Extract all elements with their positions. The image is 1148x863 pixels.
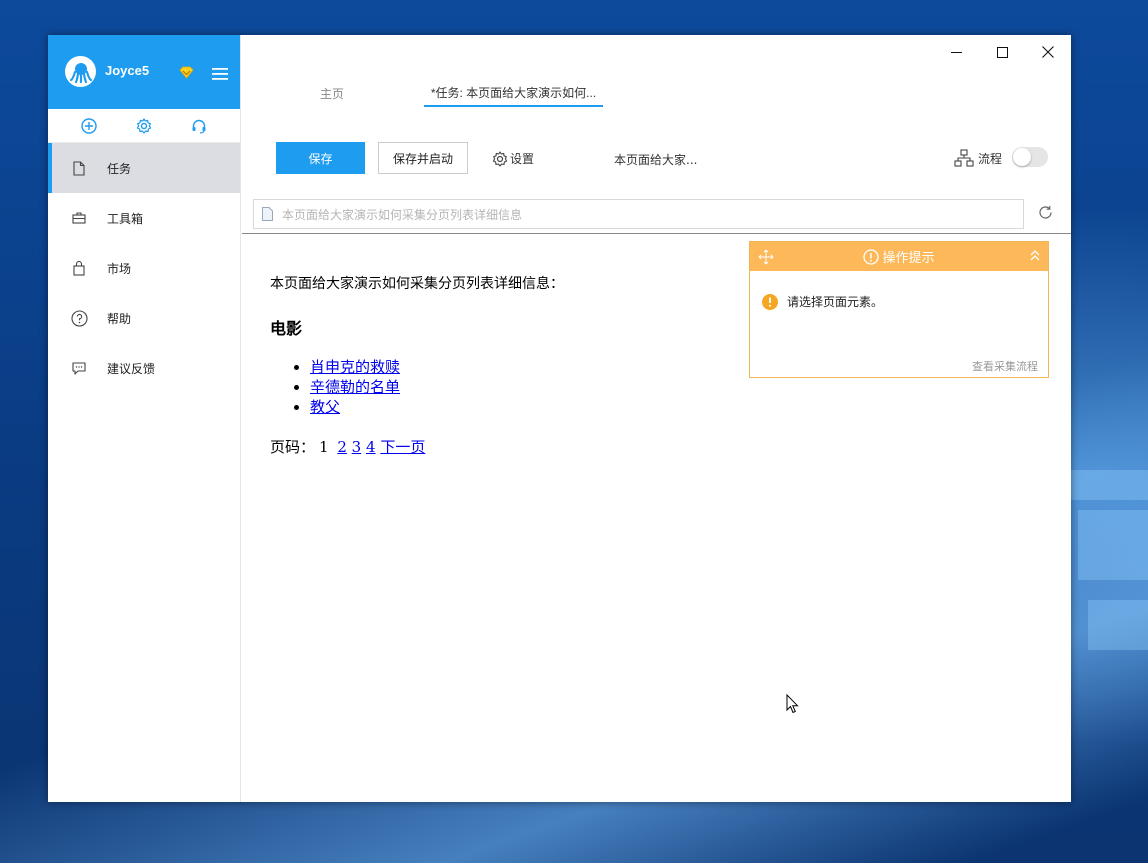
page-link[interactable]: 4 <box>366 438 376 456</box>
sidebar-item-label: 市场 <box>107 261 132 276</box>
gear-icon <box>492 150 508 167</box>
operation-tip-panel: 操作提示 请选择页面元素。 查看采集流程 <box>749 241 1049 378</box>
tab-home[interactable]: 主页 <box>296 80 368 107</box>
refresh-icon[interactable] <box>1038 205 1053 224</box>
octopus-logo-icon <box>69 62 92 83</box>
flow-toggle[interactable] <box>1012 147 1048 167</box>
wallpaper-light-beam <box>1088 600 1148 650</box>
sidebar-item-label: 任务 <box>107 161 132 176</box>
mouse-cursor-icon <box>786 694 799 714</box>
app-window: Joyce5 任务 工具箱 市场 帮助 建议反馈 主页 *任务: 本页面给大家演… <box>48 35 1071 802</box>
minimize-icon[interactable] <box>933 35 979 69</box>
feedback-icon <box>70 359 88 377</box>
tip-header: 操作提示 <box>750 242 1048 271</box>
wallpaper-light-beam <box>1058 470 1148 500</box>
sidebar-item-label: 帮助 <box>107 311 132 326</box>
tip-message: 请选择页面元素。 <box>787 295 884 309</box>
help-circle-icon <box>70 309 88 327</box>
pager-current: 1 <box>319 438 329 456</box>
pager-label: 页码： <box>270 438 316 456</box>
sidebar-item-help[interactable]: 帮助 <box>48 293 240 343</box>
vip-diamond-icon[interactable] <box>179 64 194 83</box>
movie-link[interactable]: 肖申克的救赎 <box>310 358 400 376</box>
maximize-icon[interactable] <box>979 35 1025 69</box>
task-name: 本页面给大家... <box>614 153 698 167</box>
next-page-link[interactable]: 下一页 <box>380 438 425 456</box>
tip-title-wrap: 操作提示 <box>863 247 935 266</box>
movie-list: 肖申克的救赎 辛德勒的名单 教父 <box>270 357 564 417</box>
list-item: 肖申克的救赎 <box>310 357 564 377</box>
hamburger-menu-icon[interactable] <box>212 65 228 84</box>
save-button[interactable]: 保存 <box>276 142 365 174</box>
save-and-start-button[interactable]: 保存并启动 <box>378 142 468 174</box>
view-flow-link[interactable]: 查看采集流程 <box>972 358 1038 374</box>
warning-icon <box>762 293 778 310</box>
movie-link[interactable]: 辛德勒的名单 <box>310 378 400 396</box>
tip-title: 操作提示 <box>882 251 935 266</box>
add-task-icon[interactable] <box>81 117 98 134</box>
avatar[interactable] <box>65 56 96 87</box>
page-icon <box>262 207 273 221</box>
page-link[interactable]: 3 <box>352 438 362 456</box>
url-input[interactable]: 本页面给大家演示如何采集分页列表详细信息 <box>253 199 1024 229</box>
tab-task[interactable]: *任务: 本页面给大家演示如何... <box>424 80 603 107</box>
flowchart-icon <box>954 149 974 167</box>
flow-label: 流程 <box>978 151 1003 166</box>
sidebar-item-label: 工具箱 <box>107 211 144 226</box>
wallpaper-light-beam <box>1078 510 1148 580</box>
web-page-content: 本页面给大家演示如何采集分页列表详细信息： 电影 肖申克的救赎 辛德勒的名单 教… <box>270 273 564 457</box>
movie-link[interactable]: 教父 <box>310 398 340 416</box>
url-value: 本页面给大家演示如何采集分页列表详细信息 <box>282 207 523 222</box>
settings-label: 设置 <box>510 152 535 166</box>
close-icon[interactable] <box>1025 35 1071 69</box>
gear-icon[interactable] <box>136 117 152 134</box>
list-item: 辛德勒的名单 <box>310 377 564 397</box>
sidebar-quick-actions <box>48 109 240 143</box>
settings-button[interactable]: 设置 <box>492 150 534 167</box>
tip-message-row: 请选择页面元素。 <box>762 293 883 310</box>
move-icon[interactable] <box>758 249 774 269</box>
list-item: 教父 <box>310 397 564 417</box>
sidebar-item-market[interactable]: 市场 <box>48 243 240 293</box>
sidebar-item-toolbox[interactable]: 工具箱 <box>48 193 240 243</box>
file-icon <box>70 159 88 177</box>
chevron-up-double-icon[interactable] <box>1030 250 1040 266</box>
username: Joyce5 <box>105 63 150 78</box>
pagination: 页码： 1 2 3 4 下一页 <box>270 436 564 457</box>
page-link[interactable]: 2 <box>337 438 347 456</box>
content-divider <box>242 233 1071 234</box>
sidebar-item-task[interactable]: 任务 <box>48 143 240 193</box>
sidebar-item-label: 建议反馈 <box>107 361 156 376</box>
sidebar-header: Joyce5 <box>48 35 240 109</box>
window-controls <box>933 35 1071 69</box>
movie-heading: 电影 <box>270 319 303 338</box>
page-intro: 本页面给大家演示如何采集分页列表详细信息： <box>270 276 564 292</box>
sidebar-item-feedback[interactable]: 建议反馈 <box>48 343 240 393</box>
sidebar: Joyce5 任务 工具箱 市场 帮助 建议反馈 <box>48 35 241 802</box>
flow-button[interactable]: 流程 <box>954 149 1002 167</box>
info-icon <box>863 248 880 265</box>
toolbox-icon <box>70 209 88 227</box>
headset-support-icon[interactable] <box>191 118 207 134</box>
shopping-bag-icon <box>70 259 88 277</box>
